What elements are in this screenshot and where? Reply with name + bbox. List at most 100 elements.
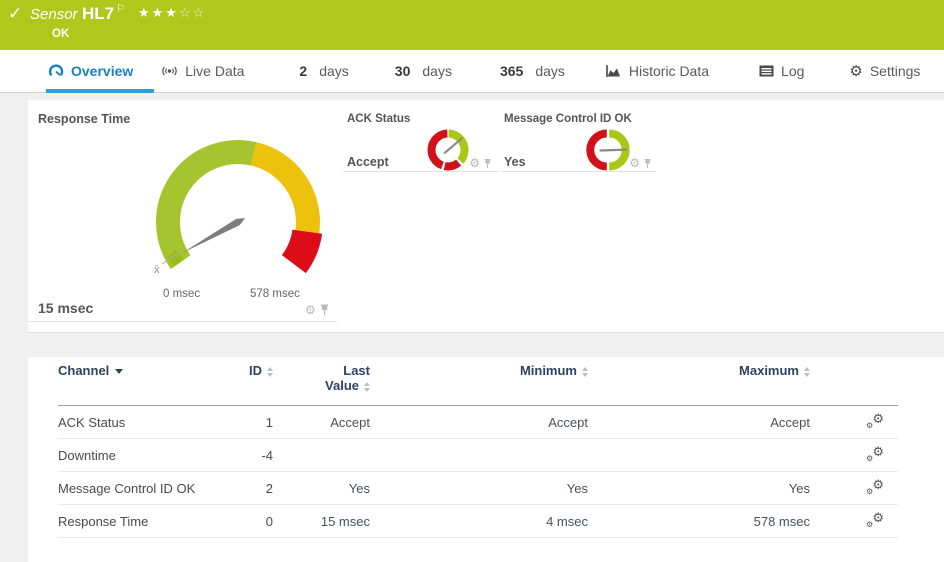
tab-historic-data[interactable]: Historic Data (605, 63, 709, 79)
table-row[interactable]: Response Time 0 15 msec 4 msec 578 msec … (58, 505, 898, 538)
gear-icon: ⚙ (849, 62, 862, 80)
tab-2-days-word: days (319, 63, 349, 79)
tab-settings-label: Settings (870, 63, 921, 79)
channel-name[interactable]: Message Control ID OK (58, 472, 223, 505)
tab-365-days-number: 365 (500, 63, 523, 79)
column-header-last-value[interactable]: LastValue (273, 357, 370, 406)
tab-bar: Overview Live Data 2 days 30 days 365 da… (0, 50, 944, 93)
sort-icon (364, 382, 370, 392)
tab-log-label: Log (781, 63, 804, 79)
tab-live-data-label: Live Data (185, 63, 244, 79)
column-header-minimum[interactable]: Minimum (370, 357, 588, 406)
column-header-id[interactable]: ID (223, 357, 273, 406)
donut-needle (601, 150, 627, 151)
table-row[interactable]: ACK Status 1 Accept Accept Accept ⚙⚙ (58, 406, 898, 439)
channel-maximum (588, 439, 810, 472)
pin-icon[interactable] (319, 304, 330, 316)
channel-last-value: 15 msec (273, 505, 370, 538)
channel-settings-icon[interactable]: ⚙⚙ (867, 413, 884, 429)
table-header-row: Channel ID LastValue Minimum Maximum (58, 357, 898, 406)
average-marker-label: x̄ (154, 264, 160, 276)
channel-name[interactable]: ACK Status (58, 406, 223, 439)
sort-icon (582, 367, 588, 377)
message-control-donut-gauge (585, 127, 631, 173)
status-check-icon: ✓ (8, 4, 22, 24)
message-control-gauge-tile[interactable]: Message Control ID OK Yes ⚙ (500, 100, 656, 172)
channels-section: Channel ID LastValue Minimum Maximum ACK… (28, 357, 944, 562)
tile-gear-icon[interactable]: ⚙ (629, 156, 640, 170)
channel-name[interactable]: Downtime (58, 439, 223, 472)
channel-minimum (370, 439, 588, 472)
tab-historic-data-label: Historic Data (629, 63, 709, 79)
gauge-needle (182, 218, 245, 253)
tab-overview-label: Overview (71, 63, 133, 79)
gauge-title: Message Control ID OK (504, 113, 632, 125)
gauge-title: ACK Status (347, 113, 410, 125)
response-time-gauge-tile[interactable]: Response Time x̄ 0 msec 578 msec 15 msec… (28, 100, 337, 322)
gauge-title: Response Time (38, 112, 130, 126)
sensor-header: ✓ Sensor HL7 ⚐ ★★★☆☆ OK (0, 0, 944, 50)
area-chart-icon (605, 64, 622, 78)
tab-2-days[interactable]: 2 days (299, 63, 348, 79)
flag-icon[interactable]: ⚐ (116, 2, 126, 15)
response-time-gauge: x̄ (128, 122, 348, 292)
sensor-type-label: Sensor (30, 6, 78, 23)
channel-id: 2 (223, 472, 273, 505)
channel-maximum: Accept (588, 406, 810, 439)
tab-settings[interactable]: ⚙ Settings (849, 62, 920, 80)
channel-settings-icon[interactable]: ⚙⚙ (867, 512, 884, 528)
tab-2-days-number: 2 (299, 63, 307, 79)
ack-status-donut-gauge (425, 127, 471, 173)
tab-overview[interactable]: Overview (48, 63, 133, 79)
channel-name[interactable]: Response Time (58, 505, 223, 538)
channel-last-value (273, 439, 370, 472)
sort-icon (804, 367, 810, 377)
column-header-maximum[interactable]: Maximum (588, 357, 810, 406)
channel-settings-icon[interactable]: ⚙⚙ (867, 446, 884, 462)
tab-365-days-word: days (535, 63, 565, 79)
gauge-scale-max: 578 msec (250, 288, 300, 300)
channel-id: -4 (223, 439, 273, 472)
stars-filled[interactable]: ★★★ (138, 5, 179, 20)
channel-minimum: Accept (370, 406, 588, 439)
priority-stars[interactable]: ★★★☆☆ (138, 5, 206, 21)
ack-status-value: Accept (347, 155, 389, 169)
response-time-value: 15 msec (38, 300, 93, 316)
channel-id: 0 (223, 505, 273, 538)
pin-icon[interactable] (483, 158, 492, 169)
table-row[interactable]: Downtime -4 ⚙⚙ (58, 439, 898, 472)
channel-minimum: 4 msec (370, 505, 588, 538)
log-list-icon (759, 65, 774, 77)
status-badge: OK (52, 28, 69, 40)
column-header-channel[interactable]: Channel (58, 357, 223, 406)
channel-last-value: Yes (273, 472, 370, 505)
channel-settings-icon[interactable]: ⚙⚙ (867, 479, 884, 495)
tab-30-days[interactable]: 30 days (395, 63, 452, 79)
gauge-icon (48, 64, 64, 79)
tab-365-days[interactable]: 365 days (500, 63, 565, 79)
pin-icon[interactable] (643, 158, 652, 169)
tile-gear-icon[interactable]: ⚙ (469, 156, 480, 170)
ack-status-gauge-tile[interactable]: ACK Status Accept ⚙ (343, 100, 498, 172)
sort-desc-icon (115, 369, 123, 374)
active-tab-underline (46, 89, 154, 93)
tab-30-days-number: 30 (395, 63, 411, 79)
channel-maximum: 578 msec (588, 505, 810, 538)
gauge-scale-min: 0 msec (163, 288, 200, 300)
tab-live-data[interactable]: Live Data (161, 63, 244, 79)
channel-maximum: Yes (588, 472, 810, 505)
sensor-name: HL7 (82, 4, 114, 24)
donut-needle (445, 138, 462, 152)
channel-last-value: Accept (273, 406, 370, 439)
tab-log[interactable]: Log (759, 63, 804, 79)
stars-empty[interactable]: ☆☆ (179, 5, 206, 20)
message-control-value: Yes (504, 155, 526, 169)
table-row[interactable]: Message Control ID OK 2 Yes Yes Yes ⚙⚙ (58, 472, 898, 505)
channel-minimum: Yes (370, 472, 588, 505)
gauges-section: Response Time x̄ 0 msec 578 msec 15 msec… (28, 100, 944, 333)
column-header-settings (810, 357, 898, 406)
live-data-icon (161, 64, 178, 78)
sort-icon (267, 367, 273, 377)
tab-30-days-word: days (422, 63, 452, 79)
tile-gear-icon[interactable]: ⚙ (305, 303, 316, 317)
